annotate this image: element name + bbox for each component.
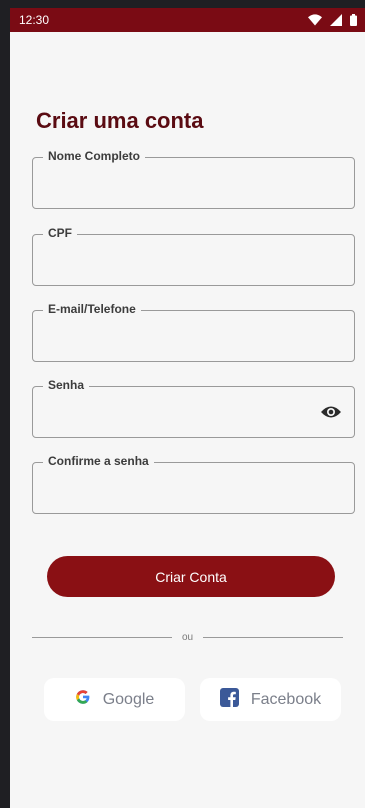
password-label: Senha	[43, 378, 90, 392]
confirm-password-label: Confirme a senha	[43, 454, 154, 468]
google-label: Google	[102, 690, 155, 708]
facebook-icon	[219, 687, 239, 712]
wifi-icon	[308, 14, 322, 26]
full-name-field[interactable]: Nome Completo	[32, 149, 355, 209]
facebook-signin-button[interactable]: Facebook	[200, 678, 341, 721]
email-phone-label: E-mail/Telefone	[43, 302, 141, 316]
cpf-field[interactable]: CPF	[32, 226, 355, 286]
app-screen: 12:30 Criar uma conta Nome Completo CPF …	[10, 8, 365, 808]
email-phone-field[interactable]: E-mail/Telefone	[32, 302, 355, 362]
divider-line-left	[32, 637, 172, 638]
facebook-label: Facebook	[250, 690, 322, 708]
password-field[interactable]: Senha	[32, 378, 355, 438]
battery-icon	[350, 14, 357, 26]
cpf-label: CPF	[43, 226, 77, 240]
signal-icon	[330, 14, 342, 26]
divider-text: ou	[181, 632, 194, 643]
divider-line-right	[203, 637, 343, 638]
or-divider: ou	[32, 632, 343, 643]
status-bar: 12:30	[10, 8, 365, 32]
confirm-password-field[interactable]: Confirme a senha	[32, 454, 355, 514]
google-icon	[75, 689, 91, 710]
show-password-eye-icon[interactable]	[320, 404, 342, 425]
full-name-label: Nome Completo	[43, 149, 146, 163]
status-icons	[308, 14, 357, 26]
status-time: 12:30	[19, 13, 50, 27]
create-account-button[interactable]: Criar Conta	[47, 556, 335, 597]
google-signin-button[interactable]: Google	[44, 678, 185, 721]
page-title: Criar uma conta	[36, 108, 204, 133]
